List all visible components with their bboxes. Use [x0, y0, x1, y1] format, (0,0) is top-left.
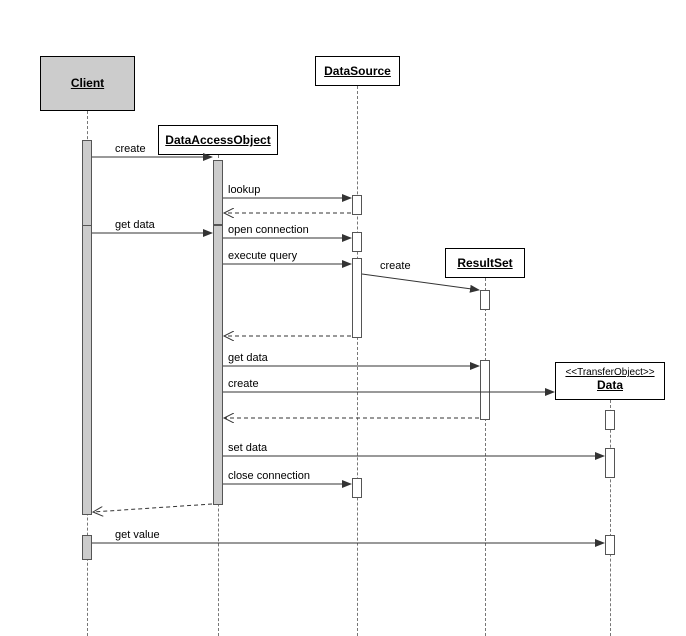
participant-transferobject-stereo: <<TransferObject>>: [562, 367, 658, 378]
participant-dao-label: DataAccessObject: [165, 133, 270, 147]
participant-resultset-label: ResultSet: [457, 256, 512, 270]
activation-ds-1: [352, 195, 362, 215]
activation-to-3: [605, 535, 615, 555]
msg-create-to: create: [228, 378, 259, 390]
msg-closeconn: close connection: [228, 470, 310, 482]
msg-lookup: lookup: [228, 184, 260, 196]
activation-client-2: [82, 225, 92, 515]
lifeline-datasource: [357, 86, 358, 636]
msg-create-rs: create: [380, 260, 411, 272]
msg-openconn: open connection: [228, 224, 309, 236]
lifeline-transferobject: [610, 400, 611, 636]
activation-dao-1: [213, 160, 223, 225]
participant-resultset: ResultSet: [445, 248, 525, 278]
activation-rs-2: [480, 360, 490, 420]
activation-to-2: [605, 448, 615, 478]
sequence-diagram: Client DataAccessObject DataSource Resul…: [0, 0, 686, 636]
activation-ds-3: [352, 258, 362, 338]
lifeline-resultset: [485, 278, 486, 636]
activation-dao-2: [213, 225, 223, 505]
participant-datasource: DataSource: [315, 56, 400, 86]
msg-execquery: execute query: [228, 250, 297, 262]
activation-to-1: [605, 410, 615, 430]
activation-rs-1: [480, 290, 490, 310]
participant-transferobject-label: Data: [597, 378, 623, 392]
participant-dao: DataAccessObject: [158, 125, 278, 155]
participant-datasource-label: DataSource: [324, 64, 391, 78]
msg-getdata-client: get data: [115, 219, 155, 231]
participant-client: Client: [40, 56, 135, 111]
activation-ds-2: [352, 232, 362, 252]
activation-client-3: [82, 535, 92, 560]
participant-transferobject: <<TransferObject>> Data: [555, 362, 665, 400]
participant-client-label: Client: [71, 76, 104, 90]
msg-getvalue: get value: [115, 529, 160, 541]
msg-setdata: set data: [228, 442, 267, 454]
activation-client-1: [82, 140, 92, 235]
activation-ds-4: [352, 478, 362, 498]
msg-getdata-rs: get data: [228, 352, 268, 364]
msg-create-dao: create: [115, 143, 146, 155]
